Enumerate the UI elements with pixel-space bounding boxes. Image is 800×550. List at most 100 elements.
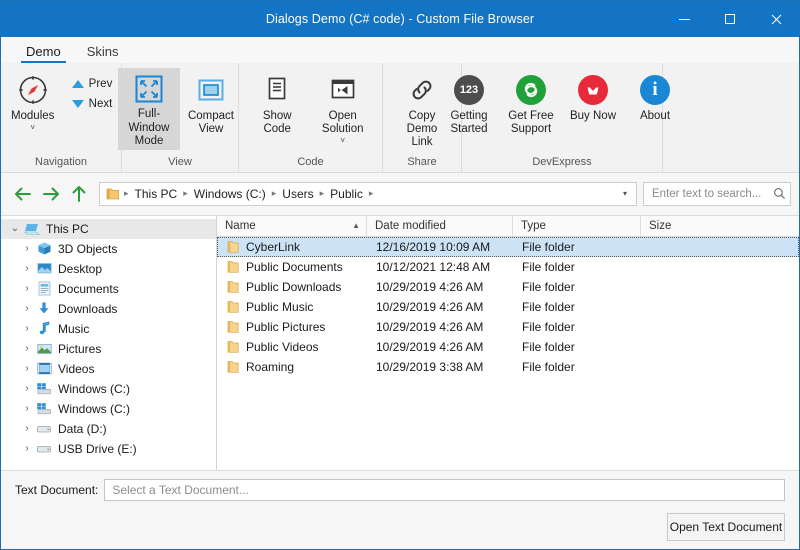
drive-icon bbox=[35, 443, 53, 454]
chevron-right-icon[interactable]: › bbox=[19, 343, 35, 354]
compact-window-icon bbox=[195, 72, 227, 108]
videos-icon bbox=[35, 362, 53, 375]
table-row[interactable]: CyberLink 12/16/2019 10:09 AM File folde… bbox=[217, 237, 799, 257]
shopping-cart-icon bbox=[578, 72, 608, 108]
table-row[interactable]: Roaming 10/29/2019 3:38 AM File folder bbox=[217, 357, 799, 377]
full-window-mode-button[interactable]: Full-Window Mode bbox=[118, 68, 180, 150]
maximize-button[interactable] bbox=[707, 1, 753, 37]
get-free-support-button[interactable]: Get Free Support bbox=[500, 68, 562, 138]
file-list-rows: CyberLink 12/16/2019 10:09 AM File folde… bbox=[217, 237, 799, 470]
column-header-name[interactable]: Name ▲ bbox=[217, 216, 367, 236]
cell-type: File folder bbox=[514, 320, 642, 334]
table-row[interactable]: Public Downloads 10/29/2019 4:26 AM File… bbox=[217, 277, 799, 297]
tab-demo-label: Demo bbox=[26, 44, 61, 59]
system-drive-icon bbox=[35, 382, 53, 395]
ribbon-group-devexpress: 123 Getting Started Get Free Support bbox=[462, 63, 663, 172]
tree-item-windows-c-1[interactable]: › Windows (C:) bbox=[1, 379, 216, 399]
close-button[interactable] bbox=[753, 1, 799, 37]
chevron-right-icon[interactable]: › bbox=[19, 243, 35, 254]
tree-item-downloads[interactable]: › Downloads bbox=[1, 299, 216, 319]
cell-name: Public Videos bbox=[218, 340, 368, 354]
minimize-button[interactable] bbox=[661, 1, 707, 37]
table-row[interactable]: Public Videos 10/29/2019 4:26 AM File fo… bbox=[217, 337, 799, 357]
forward-button[interactable] bbox=[37, 180, 65, 208]
chevron-right-icon[interactable]: › bbox=[19, 283, 35, 294]
chevron-down-icon: ˅ bbox=[30, 124, 35, 132]
tree-item-music[interactable]: › Music bbox=[1, 319, 216, 339]
group-label-navigation: Navigation bbox=[1, 152, 121, 172]
tree-item-label: Windows (C:) bbox=[58, 382, 130, 396]
chevron-right-icon[interactable]: › bbox=[19, 323, 35, 334]
chevron-right-icon[interactable]: › bbox=[19, 423, 35, 434]
open-text-document-button[interactable]: Open Text Document bbox=[667, 513, 785, 541]
show-code-button[interactable]: Show Code bbox=[245, 68, 309, 138]
modules-button[interactable]: Modules ˅ bbox=[2, 68, 64, 134]
cube-icon bbox=[35, 241, 53, 256]
bottom-panel: Text Document: Open Text Document bbox=[1, 471, 799, 549]
folder-tree[interactable]: ⌄ This PC › 3D Objects › Desktop › Docum… bbox=[1, 216, 217, 470]
cell-name: Public Documents bbox=[218, 260, 368, 274]
breadcrumb-item-this-pc[interactable]: This PC bbox=[130, 187, 183, 201]
123-badge-icon: 123 bbox=[454, 72, 484, 108]
folder-icon bbox=[226, 340, 240, 354]
getting-started-label: Getting Started bbox=[445, 110, 493, 136]
tree-item-desktop[interactable]: › Desktop bbox=[1, 259, 216, 279]
up-button[interactable] bbox=[65, 180, 93, 208]
table-row[interactable]: Public Music 10/29/2019 4:26 AM File fol… bbox=[217, 297, 799, 317]
breadcrumb[interactable]: ▸ This PC ▸ Windows (C:) ▸ Users ▸ Publi… bbox=[99, 182, 637, 206]
cell-type: File folder bbox=[514, 280, 642, 294]
text-document-input[interactable] bbox=[110, 482, 779, 498]
chevron-right-icon[interactable]: › bbox=[19, 303, 35, 314]
open-solution-button[interactable]: Open Solution ˅ bbox=[309, 68, 376, 147]
search-box[interactable] bbox=[643, 182, 791, 206]
back-button[interactable] bbox=[9, 180, 37, 208]
tree-item-this-pc[interactable]: ⌄ This PC bbox=[1, 219, 216, 239]
chevron-right-icon[interactable]: › bbox=[19, 443, 35, 454]
breadcrumb-dropdown-button[interactable]: ▾ bbox=[616, 183, 634, 205]
table-row[interactable]: Public Documents 10/12/2021 12:48 AM Fil… bbox=[217, 257, 799, 277]
breadcrumb-item-windows-c[interactable]: Windows (C:) bbox=[189, 187, 271, 201]
chevron-right-icon[interactable]: › bbox=[19, 363, 35, 374]
tree-item-windows-c-2[interactable]: › Windows (C:) bbox=[1, 399, 216, 419]
tree-item-data-d[interactable]: › Data (D:) bbox=[1, 419, 216, 439]
file-name-label: Public Documents bbox=[246, 260, 343, 274]
file-name-label: Public Music bbox=[246, 300, 313, 314]
group-label-devexpress: DevExpress bbox=[462, 152, 662, 172]
folder-icon bbox=[226, 300, 240, 314]
compact-view-button[interactable]: Compact View bbox=[180, 68, 242, 138]
address-bar: ▸ This PC ▸ Windows (C:) ▸ Users ▸ Publi… bbox=[1, 173, 799, 216]
ribbon-group-filler bbox=[663, 63, 799, 172]
text-document-field[interactable] bbox=[104, 479, 785, 501]
table-row[interactable]: Public Pictures 10/29/2019 4:26 AM File … bbox=[217, 317, 799, 337]
column-header-size[interactable]: Size bbox=[641, 216, 799, 236]
tree-item-3d-objects[interactable]: › 3D Objects bbox=[1, 239, 216, 259]
getting-started-button[interactable]: 123 Getting Started bbox=[438, 68, 500, 138]
tree-item-label: 3D Objects bbox=[58, 242, 117, 256]
breadcrumb-item-public[interactable]: Public bbox=[325, 187, 368, 201]
tree-item-pictures[interactable]: › Pictures bbox=[1, 339, 216, 359]
support-swirl-icon bbox=[516, 72, 546, 108]
file-name-label: Public Videos bbox=[246, 340, 319, 354]
column-header-date-label: Date modified bbox=[375, 220, 446, 232]
tab-skins[interactable]: Skins bbox=[74, 42, 132, 63]
chevron-right-icon[interactable]: › bbox=[19, 403, 35, 414]
desktop-icon bbox=[35, 262, 53, 275]
search-input[interactable] bbox=[650, 187, 773, 201]
ribbon-groups: Modules ˅ Prev Next Navigati bbox=[1, 63, 799, 172]
tree-item-usb-drive-e[interactable]: › USB Drive (E:) bbox=[1, 439, 216, 459]
file-list-pane: Name ▲ Date modified Type Size Cyber bbox=[217, 216, 799, 470]
tree-item-label: Desktop bbox=[58, 262, 102, 276]
chevron-right-icon[interactable]: › bbox=[19, 383, 35, 394]
chevron-down-icon[interactable]: ⌄ bbox=[7, 223, 23, 234]
tree-item-videos[interactable]: › Videos bbox=[1, 359, 216, 379]
cell-type: File folder bbox=[514, 360, 642, 374]
chevron-right-icon[interactable]: › bbox=[19, 263, 35, 274]
column-header-date-modified[interactable]: Date modified bbox=[367, 216, 513, 236]
tab-demo[interactable]: Demo bbox=[13, 42, 74, 63]
breadcrumb-item-users[interactable]: Users bbox=[277, 187, 318, 201]
column-header-type[interactable]: Type bbox=[513, 216, 641, 236]
tree-item-label: This PC bbox=[46, 222, 89, 236]
tree-item-documents[interactable]: › Documents bbox=[1, 279, 216, 299]
buy-now-button[interactable]: Buy Now bbox=[562, 68, 624, 125]
cell-date: 10/29/2019 4:26 AM bbox=[368, 300, 514, 314]
